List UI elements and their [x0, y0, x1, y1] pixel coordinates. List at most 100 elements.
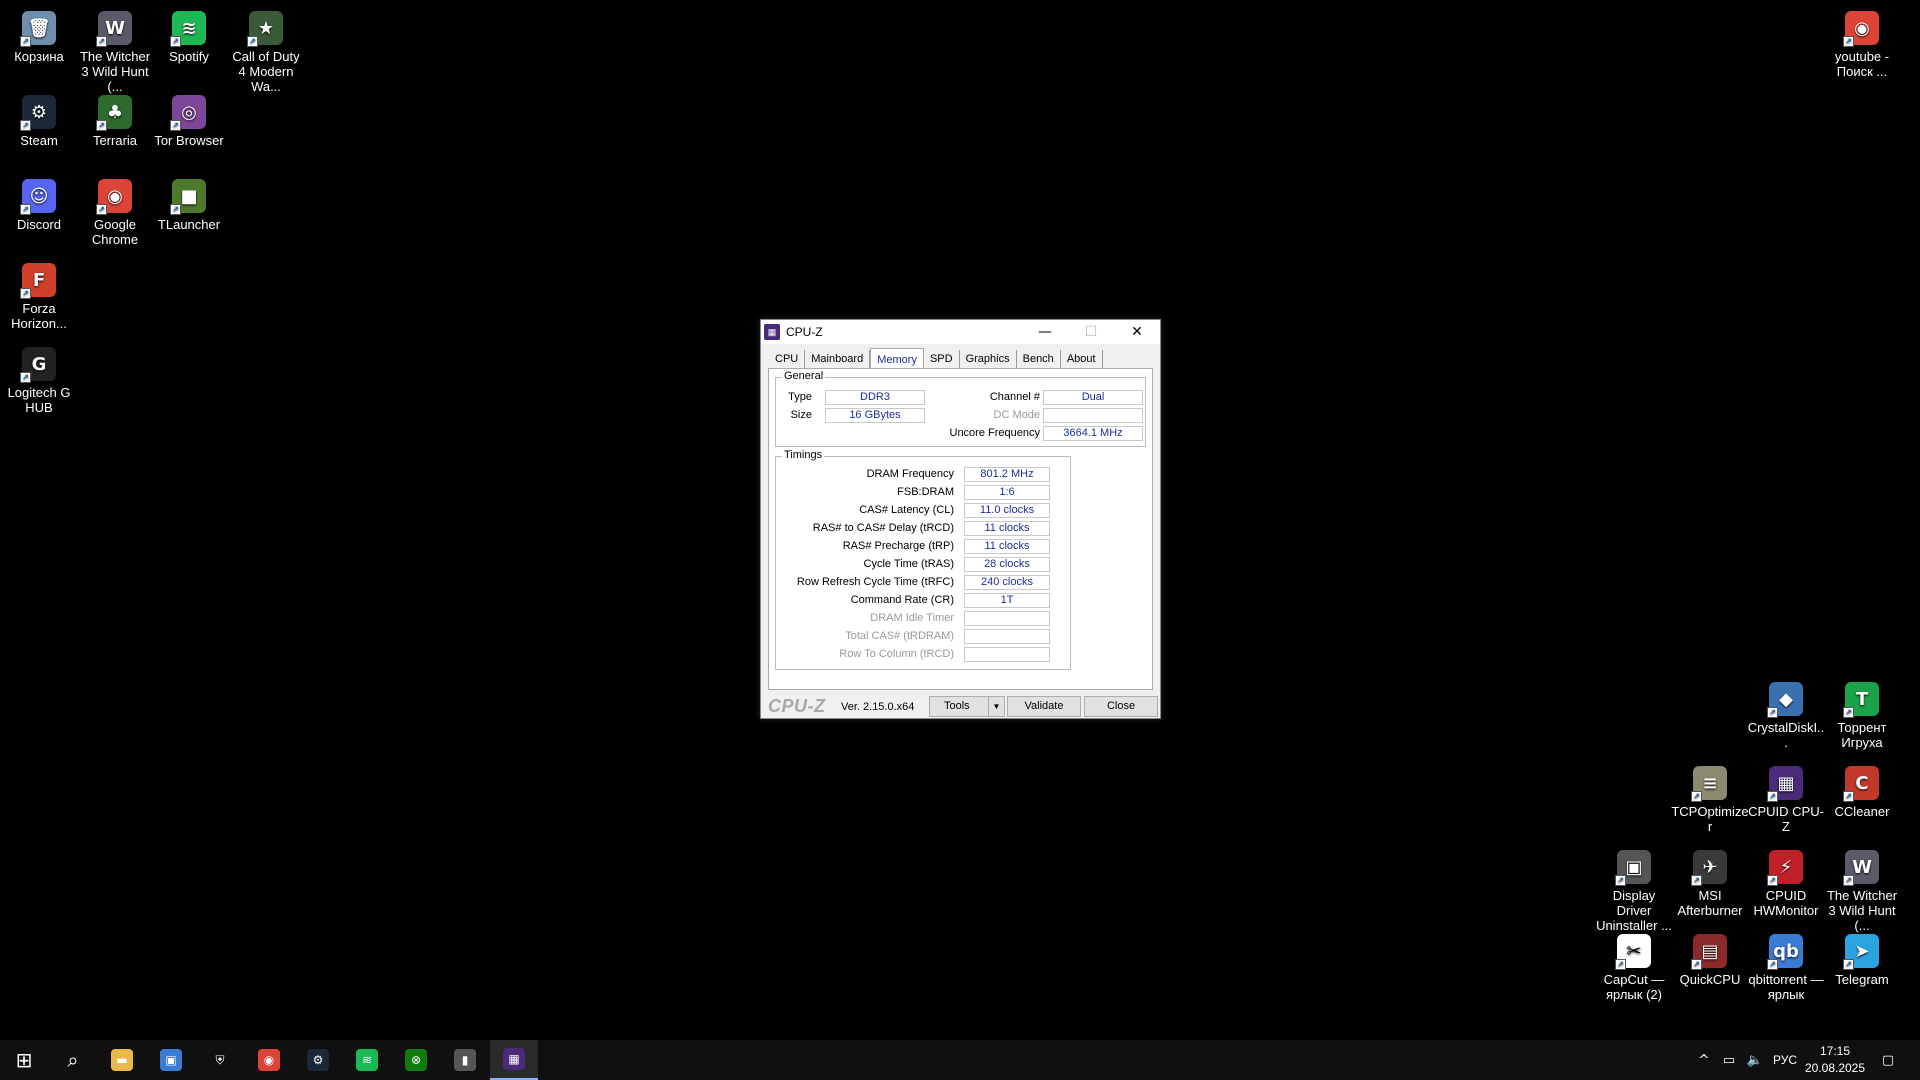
desktop-icon-label: TLauncher	[157, 217, 221, 232]
desktop-icon-qbittorrent[interactable]: qb ↗ qbittorrent — ярлык	[1747, 928, 1825, 1002]
shortcut-arrow-icon: ↗	[1767, 791, 1778, 802]
desktop-icon-recycle-bin[interactable]: 🗑 ↗ Корзина	[0, 5, 78, 64]
maximize-button[interactable]: ☐	[1068, 320, 1114, 344]
clock-time: 17:15	[1819, 1044, 1851, 1058]
timing-label: Row Refresh Cycle Time (tRFC)	[796, 576, 954, 588]
desktop-icon-label: Call of Duty 4 Modern Wa...	[232, 49, 300, 94]
timing-label: Cycle Time (tRAS)	[863, 558, 954, 570]
desktop-icon-label: CCleaner	[1834, 804, 1890, 819]
windows-icon: ⊞	[13, 1048, 35, 1072]
desktop-icon-logitech[interactable]: G ↗ Logitech G HUB	[0, 341, 78, 415]
witcher-icon: W ↗	[96, 11, 132, 47]
minimize-button[interactable]: —	[1022, 320, 1068, 344]
taskbar-steam[interactable]: ⚙	[294, 1040, 342, 1080]
desktop-icon-cpuid-cpuz[interactable]: ▦ ↗ CPUID CPU-Z	[1747, 760, 1825, 834]
validate-button[interactable]: Validate	[1007, 696, 1081, 717]
tab-about[interactable]: About	[1061, 350, 1103, 368]
version-label: Ver. 2.15.0.x64	[841, 701, 915, 713]
desktop-icon-label: Spotify	[169, 49, 209, 64]
desktop-icon-ddu[interactable]: ▣ ↗ Display Driver Uninstaller ...	[1595, 844, 1673, 933]
desktop-icon-spotify[interactable]: ≋ ↗ Spotify	[150, 5, 228, 64]
general-group: General Type DDR3 Size 16 GBytes Channel…	[775, 370, 1146, 447]
tab-graphics[interactable]: Graphics	[960, 350, 1017, 368]
timing-label: RAS# Precharge (tRP)	[842, 540, 954, 552]
timing-value: 1:6	[964, 485, 1050, 500]
desktop-icon-tcpoptimizer[interactable]: ≡ ↗ TCPOptimizer	[1671, 760, 1749, 834]
language-indicator[interactable]: РУС	[1768, 1040, 1802, 1080]
timing-value: 11 clocks	[964, 521, 1050, 536]
taskbar: ⊞ ⌕ ▬ ▣ ⛨ ◉ ⚙ ≋ ⊗ ▮ ▦ ^ ▭ 🔈 РУС 17:15 20.08.2025 ▢	[0, 1040, 1920, 1080]
close-icon: ✕	[1131, 324, 1143, 340]
desktop-icon-cod4[interactable]: ★ ↗ Call of Duty 4 Modern Wa...	[227, 5, 305, 94]
tab-mainboard[interactable]: Mainboard	[805, 350, 871, 368]
desktop-icon-discord[interactable]: ☺ ↗ Discord	[0, 173, 78, 232]
window-title: CPU-Z	[786, 325, 823, 339]
clock[interactable]: 17:15 20.08.2025	[1800, 1043, 1870, 1077]
taskbar-security[interactable]: ⛨	[196, 1040, 244, 1080]
desktop-icon-hwmonitor[interactable]: ⚡ ↗ CPUID HWMonitor	[1747, 844, 1825, 918]
tab-spd[interactable]: SPD	[924, 350, 960, 368]
desktop-icon-tlauncher[interactable]: ■ ↗ TLauncher	[150, 173, 228, 232]
desktop-icon-msi-afterburner[interactable]: ✈ ↗ MSI Afterburner	[1671, 844, 1749, 918]
desktop-icon-label: Tor Browser	[154, 133, 224, 148]
desktop-icon-label: Logitech G HUB	[7, 385, 71, 415]
chrome-icon: ◉ ↗	[96, 179, 132, 215]
taskbar-start[interactable]: ⊞	[0, 1040, 48, 1080]
shortcut-arrow-icon: ↗	[1843, 36, 1854, 47]
timing-label: Row To Column (tRCD)	[839, 648, 954, 660]
witcher-icon: W ↗	[1843, 850, 1879, 886]
notification-icon[interactable]: ▢	[1870, 1040, 1906, 1080]
taskbar-control-panel[interactable]: ▣	[147, 1040, 195, 1080]
timing-value	[964, 611, 1050, 626]
shortcut-arrow-icon: ↗	[247, 36, 258, 47]
shortcut-arrow-icon: ↗	[1691, 875, 1702, 886]
desktop-icon-label: CrystalDiskI...	[1747, 720, 1825, 750]
tcp-icon: ≡ ↗	[1691, 766, 1727, 802]
desktop-icon-label: Google Chrome	[91, 217, 139, 247]
taskbar-xbox[interactable]: ⊗	[392, 1040, 440, 1080]
network-icon[interactable]: ▭	[1716, 1040, 1742, 1080]
tools-button[interactable]: Tools ▼	[929, 696, 1005, 717]
desktop-icon-terraria[interactable]: ♣ ↗ Terraria	[76, 89, 154, 148]
desktop-icon-capcut[interactable]: ✂ ↗ CapCut — ярлык (2)	[1595, 928, 1673, 1002]
taskbar-spotify[interactable]: ≋	[343, 1040, 391, 1080]
tray-chevron-icon[interactable]: ^	[1692, 1040, 1716, 1080]
desktop-icon-crystaldisk[interactable]: ◆ ↗ CrystalDiskI...	[1747, 676, 1825, 750]
desktop-icon-witcher3-b[interactable]: W ↗ The Witcher 3 Wild Hunt (...	[1823, 844, 1901, 933]
shortcut-arrow-icon: ↗	[1691, 959, 1702, 970]
close-button[interactable]: Close	[1084, 696, 1158, 717]
taskbar-cpuz[interactable]: ▦	[490, 1040, 538, 1080]
channel-label: Channel #	[989, 391, 1040, 403]
taskbar-search[interactable]: ⌕	[49, 1040, 97, 1080]
desktop-icon-youtube-search[interactable]: ◉ ↗ youtube - Поиск ...	[1823, 5, 1901, 79]
tab-memory[interactable]: Memory	[870, 348, 924, 368]
desktop: 🗑 ↗ Корзина W ↗ The Witcher 3 Wild Hunt (... ≋…	[0, 0, 1920, 1040]
close-window-button[interactable]: ✕	[1114, 320, 1160, 344]
desktop-icon-quickcpu[interactable]: ▤ ↗ QuickCPU	[1671, 928, 1749, 987]
volume-icon[interactable]: 🔈	[1742, 1040, 1768, 1080]
cpuz-titlebar[interactable]: ▦ CPU-Z — ☐ ✕	[761, 320, 1160, 344]
tab-bench[interactable]: Bench	[1017, 350, 1061, 368]
desktop-icon-telegram[interactable]: ➤ ↗ Telegram	[1823, 928, 1901, 987]
desktop-icon-chrome[interactable]: ◉ ↗ Google Chrome	[76, 173, 154, 247]
logitech-icon: G ↗	[20, 347, 56, 383]
desktop-icon-tor[interactable]: ◎ ↗ Tor Browser	[150, 89, 228, 148]
taskbar-microphone[interactable]: ▮	[441, 1040, 489, 1080]
desktop-icon-witcher3[interactable]: W ↗ The Witcher 3 Wild Hunt (...	[76, 5, 154, 94]
desktop-icon-torrent-igruha[interactable]: T ↗ Торрент Игруха	[1823, 676, 1901, 750]
shortcut-arrow-icon: ↗	[1843, 707, 1854, 718]
tab-cpu[interactable]: CPU	[769, 350, 806, 368]
dropdown-arrow-icon[interactable]: ▼	[988, 697, 1004, 716]
timings-group: Timings DRAM Frequency 801.2 MHz FSB:DRAM 1…	[775, 449, 1071, 670]
desktop-icon-forza[interactable]: F ↗ Forza Horizon...	[0, 257, 78, 331]
desktop-icon-ccleaner[interactable]: C ↗ CCleaner	[1823, 760, 1901, 819]
discord-icon: ☺ ↗	[20, 179, 56, 215]
taskbar-file-explorer[interactable]: ▬	[98, 1040, 146, 1080]
chrome-icon: ◉ ↗	[1843, 11, 1879, 47]
shortcut-arrow-icon: ↗	[96, 120, 107, 131]
minimize-icon: —	[1038, 324, 1052, 340]
desktop-icon-steam[interactable]: ⚙ ↗ Steam	[0, 89, 78, 148]
uncore-label: Uncore Frequency	[949, 427, 1041, 439]
cpuz-icon: ▦	[503, 1048, 525, 1070]
taskbar-chrome[interactable]: ◉	[245, 1040, 293, 1080]
